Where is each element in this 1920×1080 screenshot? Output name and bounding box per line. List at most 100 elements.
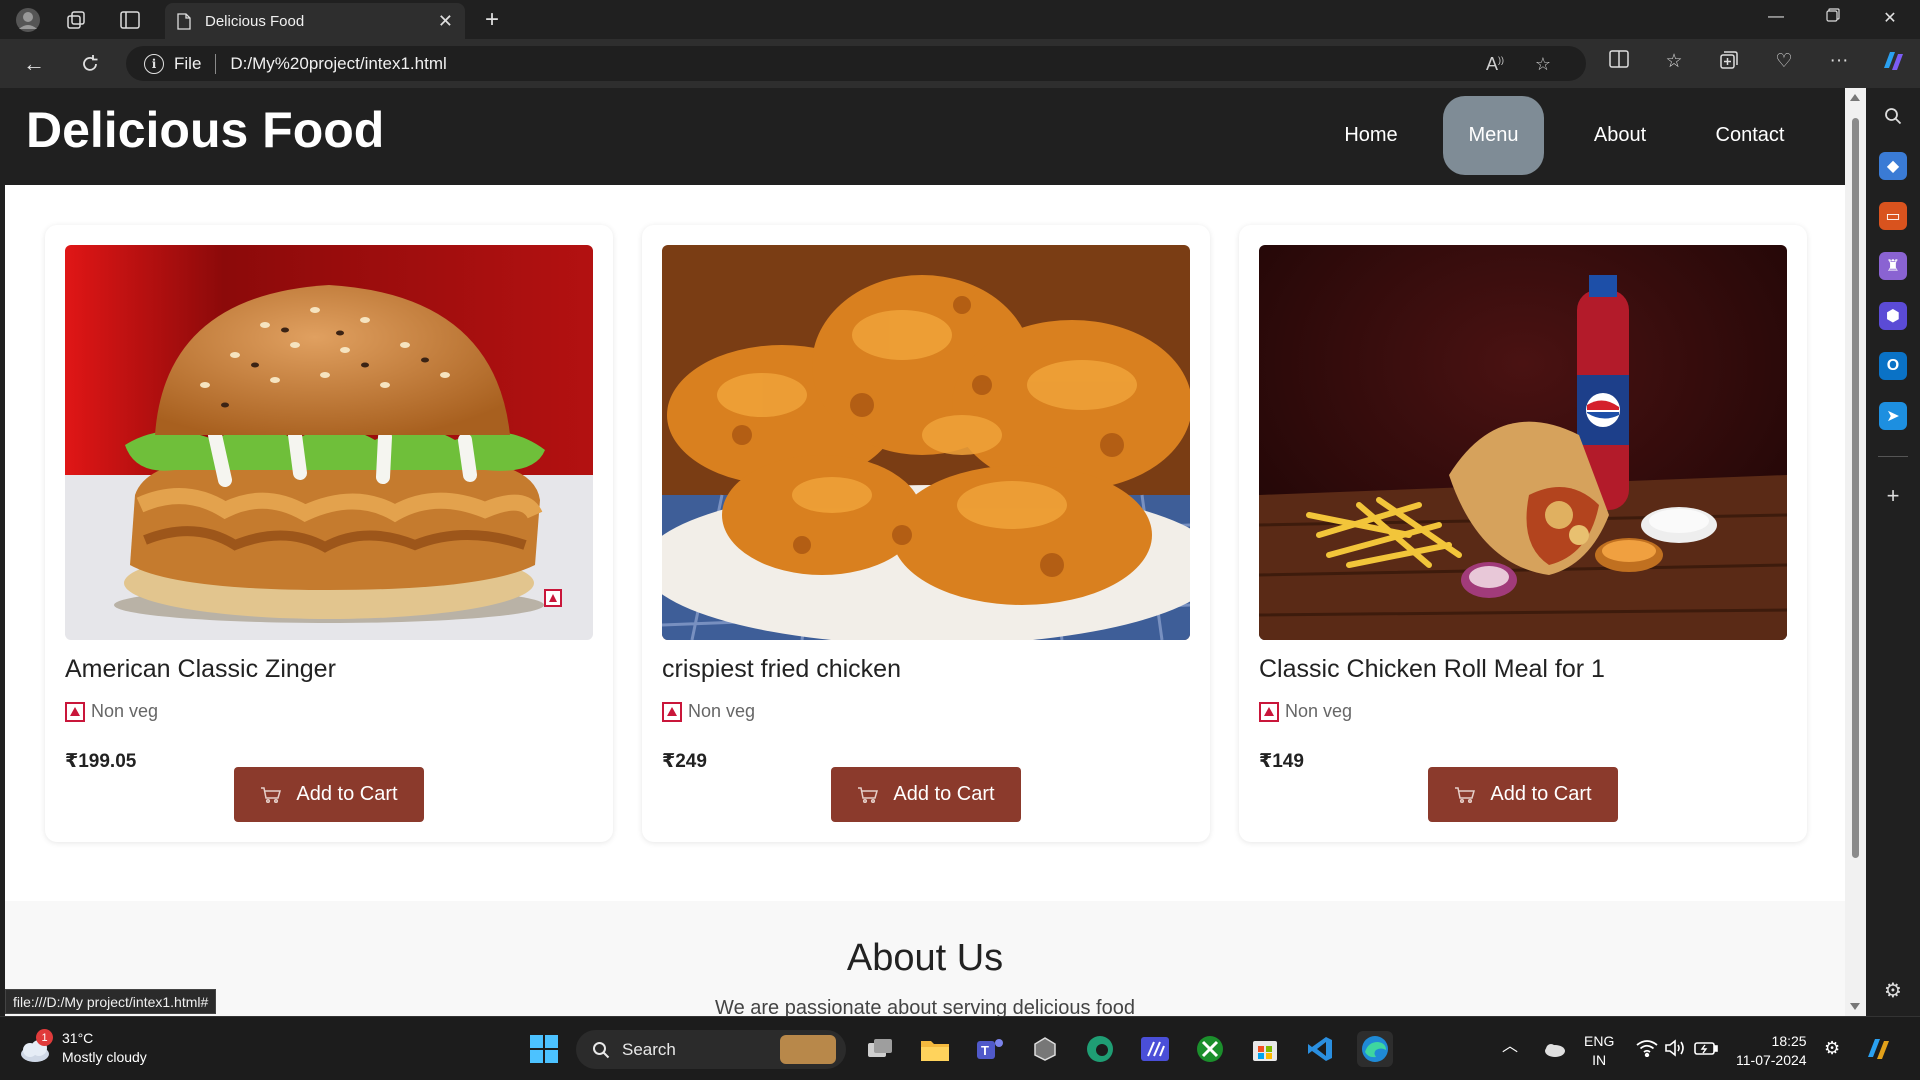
new-tab-icon[interactable]: + [478, 6, 506, 34]
show-hidden-icons-chevron[interactable]: ︿ [1502, 1037, 1518, 1056]
more-options-icon[interactable]: ··· [1824, 50, 1854, 72]
drop-send-icon[interactable]: ➤ [1879, 402, 1907, 430]
notification-settings-icon[interactable]: ⚙ [1824, 1039, 1840, 1058]
product-card: Classic Chicken Roll Meal for 1 Non veg … [1239, 225, 1807, 842]
site-info-icon[interactable]: i [144, 53, 164, 74]
close-tab-icon[interactable]: ✕ [438, 11, 453, 32]
browser-essentials-icon[interactable]: ♡ [1769, 50, 1799, 73]
fried-chicken-image [662, 245, 1190, 640]
sidebar-settings-gear-icon[interactable]: ⚙ [1879, 976, 1907, 1004]
minimize-icon[interactable]: — [1761, 8, 1791, 26]
collections-icon[interactable] [1714, 50, 1744, 76]
page-viewport: Delicious Food Home Menu About Contact A… [5, 88, 1845, 1016]
weather-widget[interactable]: 1 31°C Mostly cloudy [18, 1029, 147, 1067]
address-bar[interactable]: i File D:/My%20project/intex1.html A)) ☆ [126, 46, 1586, 81]
onedrive-cloud-icon[interactable] [1536, 1031, 1572, 1067]
xbox-icon[interactable] [1192, 1031, 1228, 1067]
unity-hub-icon[interactable] [1027, 1031, 1063, 1067]
windows-start-icon[interactable] [526, 1031, 562, 1067]
task-view-icon[interactable] [862, 1031, 898, 1067]
product-name: crispiest fried chicken [662, 655, 901, 683]
scrollbar-thumb[interactable] [1852, 118, 1859, 858]
page-icon [177, 12, 191, 30]
nav-contact[interactable]: Contact [1695, 96, 1805, 175]
language-indicator[interactable]: ENG IN [1584, 1032, 1614, 1070]
games-icon[interactable]: ♜ [1879, 252, 1907, 280]
nav-home[interactable]: Home [1325, 96, 1417, 175]
favorites-icon[interactable]: ☆ [1659, 50, 1689, 73]
nonveg-tag: Non veg [1259, 701, 1352, 722]
wifi-icon[interactable] [1636, 1039, 1658, 1062]
battery-icon[interactable] [1694, 1040, 1718, 1061]
volume-icon[interactable] [1664, 1039, 1686, 1062]
back-icon[interactable]: ← [20, 50, 48, 78]
product-price: ₹249 [662, 751, 707, 772]
workspaces-icon[interactable] [62, 6, 90, 34]
cart-icon [857, 786, 879, 803]
split-screen-icon[interactable] [1604, 50, 1634, 74]
windows-taskbar: 1 31°C Mostly cloudy Search T ︿ ENG IN 1… [0, 1016, 1920, 1080]
profile-avatar-icon[interactable] [14, 6, 42, 34]
nonveg-tag: Non veg [662, 701, 755, 722]
browser-tab-bar: Delicious Food ✕ + — ✕ [0, 0, 1920, 39]
product-name: Classic Chicken Roll Meal for 1 [1259, 655, 1605, 683]
site-logo[interactable]: Delicious Food [26, 101, 384, 159]
site-header: Delicious Food Home Menu About Contact [5, 88, 1845, 185]
nonveg-label: Non veg [91, 701, 159, 721]
copilot-taskbar-icon[interactable] [1860, 1031, 1896, 1067]
outlook-icon[interactable]: O [1879, 352, 1907, 380]
edge-browser-icon[interactable] [1357, 1031, 1393, 1067]
nonveg-icon [1259, 701, 1279, 722]
search-highlight-icon [780, 1035, 836, 1064]
add-to-cart-button[interactable]: Add to Cart [1428, 767, 1618, 822]
teams-icon[interactable]: T [972, 1031, 1008, 1067]
region-code: IN [1592, 1052, 1607, 1068]
close-window-icon[interactable]: ✕ [1875, 8, 1905, 28]
clock-date: 11-07-2024 [1736, 1052, 1807, 1068]
cloudy-weather-icon: 1 [18, 1029, 53, 1063]
add-sidebar-app-icon[interactable]: + [1879, 482, 1907, 510]
microsoft-365-icon[interactable]: ⬢ [1879, 302, 1907, 330]
product-price: ₹199.05 [65, 751, 137, 772]
favorite-star-icon[interactable]: ☆ [1528, 54, 1558, 75]
search-icon [593, 1041, 610, 1058]
sidebar-search-icon[interactable] [1879, 102, 1907, 130]
address-divider [215, 53, 217, 74]
status-bar-url: file:///D:/My project/intex1.html# [5, 989, 217, 1014]
nonveg-icon [65, 701, 85, 722]
clock[interactable]: 18:25 11-07-2024 [1736, 1032, 1807, 1070]
tab-actions-icon[interactable] [116, 6, 144, 34]
file-explorer-icon[interactable] [917, 1031, 953, 1067]
nav-menu[interactable]: Menu [1443, 96, 1544, 175]
vscode-icon[interactable] [1302, 1031, 1338, 1067]
add-to-cart-button[interactable]: Add to Cart [831, 767, 1021, 822]
weather-badge: 1 [36, 1029, 53, 1046]
tools-briefcase-icon[interactable]: ▭ [1879, 202, 1907, 230]
svg-text:T: T [981, 1043, 989, 1058]
scroll-up-icon[interactable] [1850, 94, 1860, 101]
browser-tab[interactable]: Delicious Food ✕ [165, 3, 465, 39]
nonveg-tag: Non veg [65, 701, 158, 722]
product-name: American Classic Zinger [65, 655, 336, 683]
read-aloud-icon[interactable]: A)) [1480, 54, 1510, 75]
product-card: crispiest fried chicken Non veg ₹249 Add… [642, 225, 1210, 842]
add-to-cart-button[interactable]: Add to Cart [234, 767, 424, 822]
restore-icon[interactable] [1818, 8, 1848, 27]
refresh-icon[interactable] [76, 50, 104, 78]
about-text: We are passionate about serving deliciou… [715, 997, 1135, 1016]
edge-dev-icon[interactable] [1082, 1031, 1118, 1067]
taskbar-search[interactable]: Search [576, 1030, 846, 1069]
nav-about[interactable]: About [1574, 96, 1666, 175]
cart-icon [1454, 786, 1476, 803]
microsoft-store-icon[interactable] [1247, 1031, 1283, 1067]
file-label: File [174, 53, 202, 73]
about-title: About Us [846, 937, 1004, 979]
url-text[interactable]: D:/My%20project/intex1.html [230, 54, 446, 74]
language-code: ENG [1584, 1033, 1615, 1049]
shopping-tag-icon[interactable]: ◆ [1879, 152, 1907, 180]
remote-desktop-icon[interactable] [1137, 1031, 1173, 1067]
copilot-icon[interactable] [1878, 48, 1908, 80]
about-section: About Us We are passionate about serving… [5, 901, 1845, 1016]
page-scrollbar[interactable] [1845, 88, 1866, 1016]
scroll-down-icon[interactable] [1850, 1003, 1860, 1010]
